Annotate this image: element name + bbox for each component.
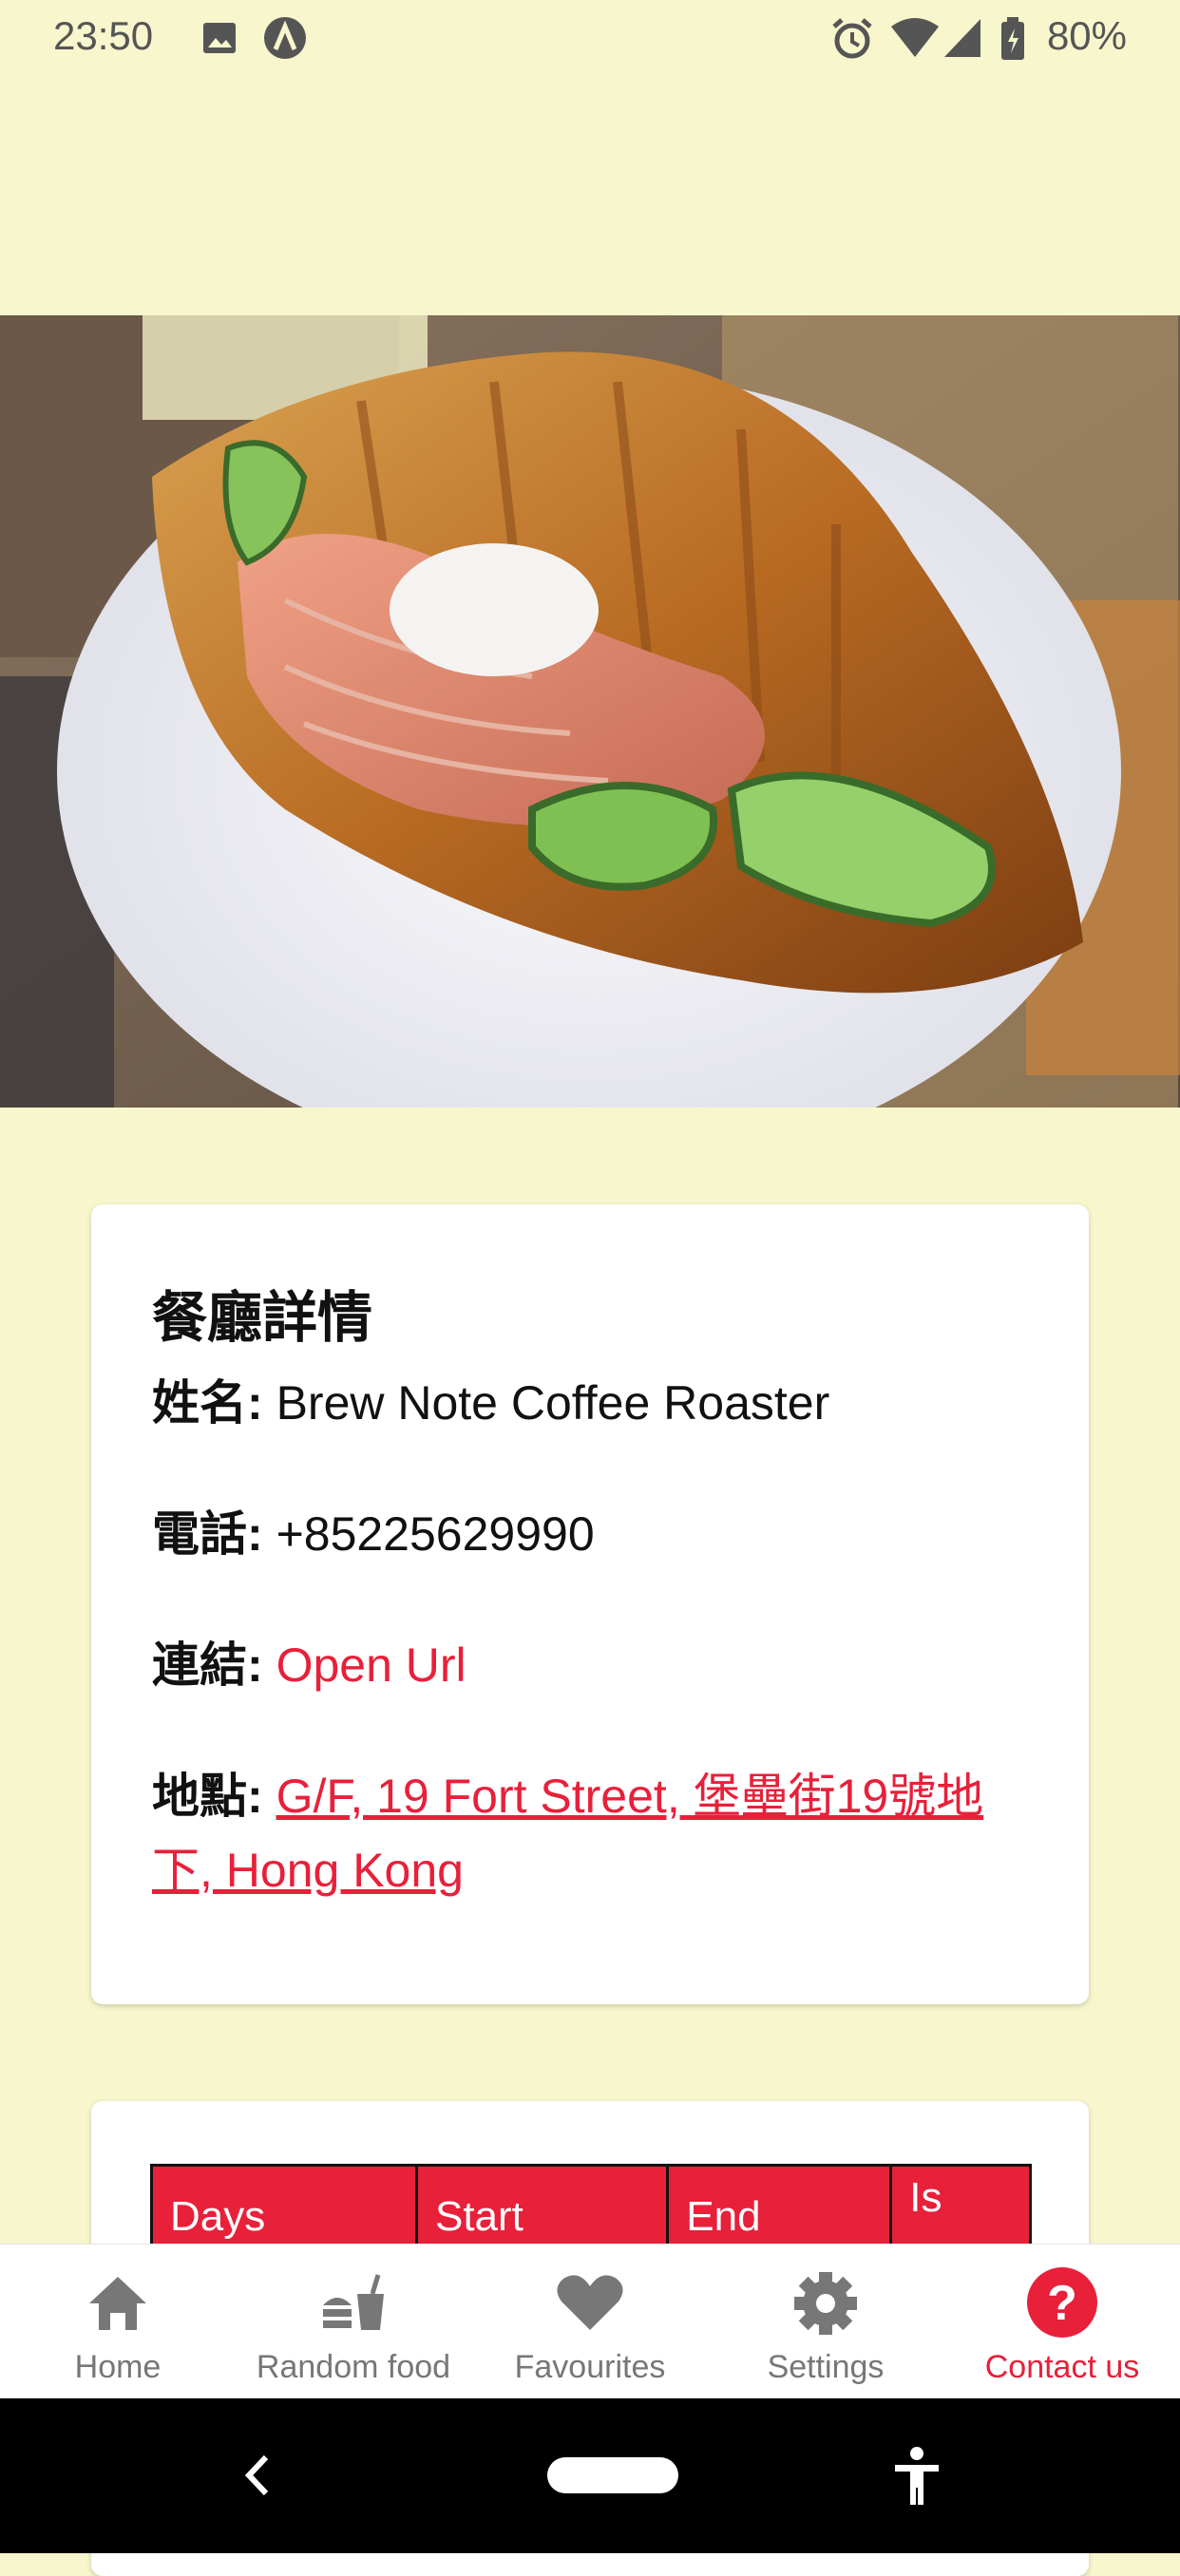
food-photo bbox=[0, 315, 1180, 1108]
nav-random-food[interactable]: Random food bbox=[236, 2245, 471, 2399]
address-line-2: 下, Hong Kong bbox=[152, 1844, 464, 1897]
status-bar: 23:50 80% bbox=[0, 0, 1180, 78]
card-title: 餐廳詳情 bbox=[152, 1287, 373, 1349]
status-time: 23:50 bbox=[53, 13, 154, 58]
nav-favourites[interactable]: Favourites bbox=[472, 2245, 708, 2399]
name-label: 姓名: bbox=[152, 1376, 263, 1430]
address-label: 地點: bbox=[152, 1770, 263, 1823]
alarm-icon bbox=[830, 17, 874, 66]
battery-icon bbox=[999, 17, 1026, 66]
address-row: 地點: G/F, 19 Fort Street, 堡壘街19號地下, Hong … bbox=[152, 1759, 1026, 1907]
phone-value[interactable]: +85225629990 bbox=[276, 1507, 595, 1561]
address-link[interactable]: G/F, 19 Fort Street, 堡壘街19號地下, Hong Kong bbox=[152, 1770, 983, 1897]
phone-row: 電話: +85225629990 bbox=[152, 1497, 1026, 1571]
fastfood-icon bbox=[236, 2267, 471, 2338]
svg-text:?: ? bbox=[1047, 2276, 1077, 2331]
accessibility-icon[interactable] bbox=[891, 2446, 942, 2513]
address-line-1: G/F, 19 Fort Street, 堡壘街19號地 bbox=[276, 1770, 984, 1823]
photo-carousel[interactable] bbox=[0, 315, 1180, 1108]
name-value: Brew Note Coffee Roaster bbox=[276, 1376, 830, 1430]
nav-contact-us-label: Contact us bbox=[984, 2349, 1140, 2385]
gear-icon bbox=[708, 2267, 943, 2338]
link-row: 連結: Open Url bbox=[152, 1628, 1026, 1702]
nav-settings-label: Settings bbox=[767, 2349, 885, 2385]
nav-favourites-label: Favourites bbox=[514, 2349, 666, 2385]
app-icon bbox=[262, 17, 308, 67]
help-icon: ? bbox=[944, 2267, 1180, 2338]
open-url-link[interactable]: Open Url bbox=[276, 1638, 466, 1692]
signal-icon bbox=[942, 17, 982, 64]
battery-percentage: 80% bbox=[1046, 13, 1127, 58]
nav-contact-us[interactable]: ? Contact us bbox=[944, 2245, 1180, 2399]
name-row: 姓名: Brew Note Coffee Roaster bbox=[152, 1366, 1026, 1440]
nav-home-label: Home bbox=[74, 2349, 162, 2385]
back-icon[interactable] bbox=[239, 2452, 277, 2504]
home-pill[interactable] bbox=[547, 2457, 678, 2493]
system-navigation-bar bbox=[0, 2398, 1180, 2553]
heart-icon bbox=[472, 2267, 708, 2338]
nav-random-food-label: Random food bbox=[256, 2349, 451, 2385]
nav-home[interactable]: Home bbox=[0, 2245, 236, 2399]
nav-settings[interactable]: Settings bbox=[708, 2245, 943, 2399]
bottom-navigation: Home Random food Favourites Settings ? C… bbox=[0, 2244, 1180, 2399]
wifi-icon bbox=[891, 17, 939, 64]
home-icon bbox=[0, 2267, 236, 2338]
link-label: 連結: bbox=[152, 1638, 263, 1692]
phone-label: 電話: bbox=[152, 1507, 263, 1561]
image-icon bbox=[201, 17, 239, 64]
restaurant-details-card: 餐廳詳情 姓名: Brew Note Coffee Roaster 電話: +8… bbox=[91, 1204, 1089, 2004]
